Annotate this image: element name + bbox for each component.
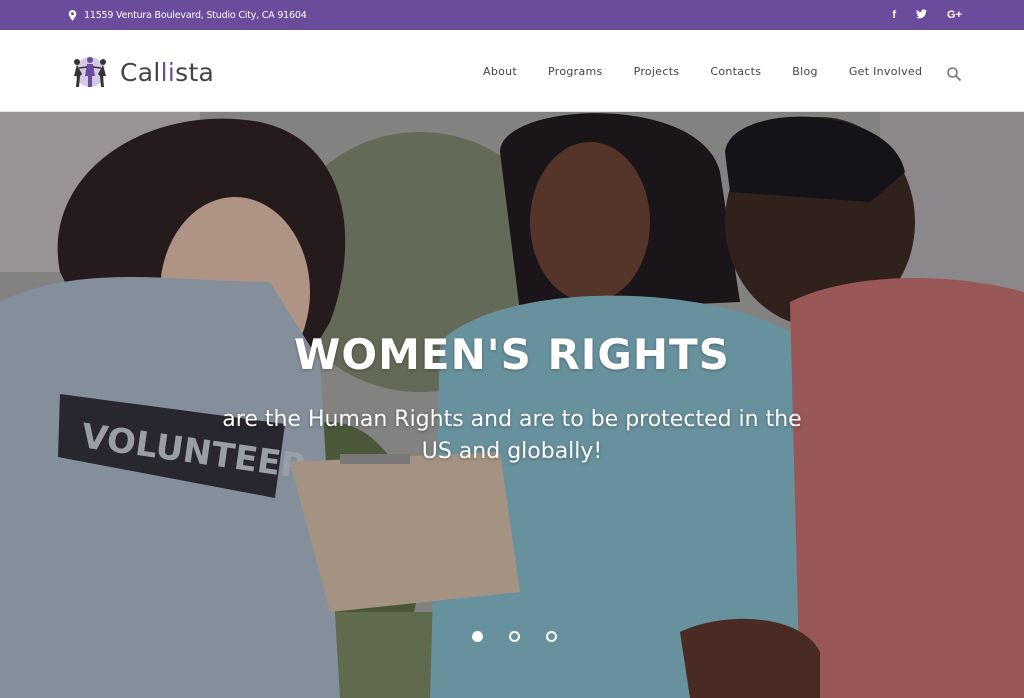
hero-subtitle: are the Human Rights and are to be prote…: [222, 407, 802, 464]
nav-contacts[interactable]: Contacts: [710, 65, 761, 78]
social-links: f G+: [892, 0, 962, 30]
map-pin-icon: [68, 9, 77, 21]
top-bar: 11559 Ventura Boulevard, Studio City, CA…: [0, 0, 1024, 30]
slider-dot-1[interactable]: [472, 631, 483, 642]
logo-text-end: sta: [175, 57, 215, 87]
hero-title: WOMEN'S RIGHTS: [294, 330, 730, 379]
logo-text: Callista: [120, 58, 214, 87]
nav-projects[interactable]: Projects: [634, 65, 680, 78]
nav-blog[interactable]: Blog: [792, 65, 818, 78]
main-nav: About Programs Projects Contacts Blog Ge…: [483, 30, 922, 112]
slider-dot-3[interactable]: [546, 631, 557, 642]
slider-dot-2[interactable]: [509, 631, 520, 642]
nav-get-involved[interactable]: Get Involved: [849, 65, 922, 78]
logo-mark-icon: [74, 57, 106, 87]
address: 11559 Ventura Boulevard, Studio City, CA…: [68, 0, 307, 30]
search-icon[interactable]: [946, 66, 962, 82]
logo-text-start: Cal: [120, 57, 161, 87]
logo-text-accent: li: [160, 57, 176, 87]
address-text: 11559 Ventura Boulevard, Studio City, CA…: [84, 9, 307, 21]
facebook-icon[interactable]: f: [892, 9, 896, 21]
google-plus-icon[interactable]: G+: [947, 9, 962, 21]
nav-about[interactable]: About: [483, 65, 517, 78]
logo[interactable]: Callista: [68, 54, 214, 90]
nav-programs[interactable]: Programs: [548, 65, 603, 78]
slider-dots: [472, 631, 557, 642]
twitter-icon[interactable]: [916, 8, 928, 22]
site-header: Callista About Programs Projects Contact…: [0, 30, 1024, 112]
hero-slider: VOLUNTEER WOMEN'S RIGHTS are the Human R…: [0, 112, 1024, 698]
